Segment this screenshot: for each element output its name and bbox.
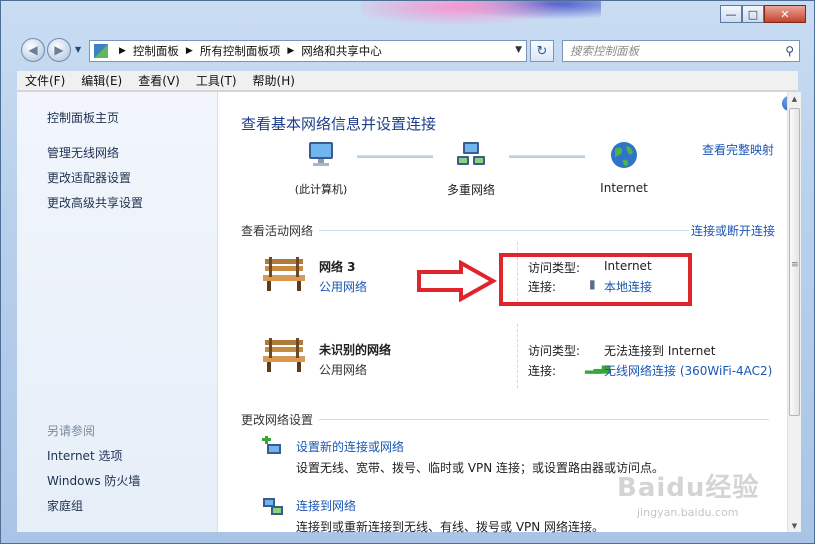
- watermark-url: jingyan.baidu.com: [637, 506, 739, 519]
- scroll-grip-icon: ≡: [791, 260, 799, 270]
- map-node-multiple-networks[interactable]: 多重网络: [429, 140, 513, 198]
- connect-to-network-desc: 连接到或重新连接到无线、有线、拨号或 VPN 网络连接。: [296, 520, 605, 534]
- control-panel-icon: [94, 44, 108, 58]
- back-arrow-icon: ◀: [28, 43, 38, 57]
- multi-network-label: 多重网络: [446, 183, 495, 197]
- crumb-all-items[interactable]: 所有控制面板项: [200, 43, 281, 59]
- menu-edit[interactable]: 编辑(E): [73, 72, 130, 89]
- vertical-scrollbar[interactable]: ▲ ≡ ▼: [787, 92, 801, 532]
- title-bar: — □ ✕: [1, 1, 814, 31]
- network-icon: [457, 142, 485, 165]
- unidentified-network-name: 未识别的网络: [319, 343, 392, 357]
- minimize-button[interactable]: —: [720, 5, 742, 23]
- menu-tools[interactable]: 工具(T): [188, 72, 245, 89]
- sidebar-change-adapter[interactable]: 更改适配器设置: [47, 169, 131, 186]
- window-controls: — □ ✕: [720, 5, 806, 23]
- refresh-icon: ↻: [536, 43, 548, 59]
- menu-file[interactable]: 文件(F): [17, 72, 73, 89]
- connect-network-icon: [263, 498, 283, 515]
- active-networks-title: 查看活动网络: [241, 224, 314, 238]
- change-settings-title: 更改网络设置: [241, 413, 314, 427]
- see-also-firewall[interactable]: Windows 防火墙: [47, 472, 140, 489]
- address-bar[interactable]: ▶ 控制面板 ▶ 所有控制面板项 ▶ 网络和共享中心 ▼: [89, 40, 527, 62]
- crumb-network-center[interactable]: 网络和共享中心: [301, 43, 382, 59]
- menu-view[interactable]: 查看(V): [130, 72, 188, 89]
- search-placeholder: 搜索控制面板: [570, 44, 639, 58]
- chevron-right-icon[interactable]: ▶: [287, 46, 294, 56]
- see-also-internet-options[interactable]: Internet 选项: [47, 447, 122, 464]
- network-3-type-link[interactable]: 公用网络: [319, 278, 367, 295]
- forward-button[interactable]: ▶: [47, 38, 71, 62]
- network-3-name: 网络 3: [319, 260, 356, 274]
- refresh-button[interactable]: ↻: [530, 40, 554, 62]
- map-node-this-pc[interactable]: (此计算机): [271, 140, 371, 197]
- window-frame: — □ ✕ ◀ ▶ ▼ ▶ 控制面板 ▶ 所有控制面板项 ▶ 网络和共享中心 ▼…: [0, 0, 815, 544]
- maximize-button[interactable]: □: [742, 5, 764, 23]
- main-panel: 查看基本网络信息并设置连接 查看完整映射 (此计算机) 多重网络 Interne…: [219, 92, 787, 534]
- sidebar: 控制面板主页 管理无线网络 更改适配器设置 更改高级共享设置 另请参阅 Inte…: [17, 92, 218, 532]
- map-node-internet[interactable]: Internet: [587, 140, 661, 195]
- chevron-right-icon[interactable]: ▶: [119, 46, 126, 56]
- connect-to-network-link[interactable]: 连接到网络: [296, 497, 356, 514]
- crumb-control-panel[interactable]: 控制面板: [133, 43, 179, 59]
- chevron-right-icon[interactable]: ▶: [186, 46, 193, 56]
- menu-help[interactable]: 帮助(H): [245, 72, 303, 89]
- section-divider: [319, 419, 769, 420]
- setup-new-connection-desc: 设置无线、宽带、拨号、临时或 VPN 连接；或设置路由器或访问点。: [296, 461, 665, 475]
- unidentified-network-type: 公用网络: [319, 363, 368, 377]
- access-type-label: 访问类型:: [528, 344, 581, 358]
- annotation-arrow: [417, 260, 498, 302]
- sidebar-control-panel-home[interactable]: 控制面板主页: [47, 109, 119, 126]
- breadcrumb: ▶ 控制面板 ▶ 所有控制面板项 ▶ 网络和共享中心: [112, 43, 382, 59]
- internet-label: Internet: [600, 181, 648, 195]
- section-divider: [319, 230, 689, 231]
- sidebar-advanced-sharing[interactable]: 更改高级共享设置: [47, 194, 143, 211]
- see-also-homegroup[interactable]: 家庭组: [47, 497, 83, 514]
- view-full-map-link[interactable]: 查看完整映射: [702, 141, 774, 158]
- connection-label: 连接:: [528, 364, 557, 378]
- map-link-line: [357, 155, 433, 158]
- sidebar-manage-wireless[interactable]: 管理无线网络: [47, 144, 119, 161]
- recent-pages-dropdown[interactable]: ▼: [75, 45, 81, 54]
- access-type-value: 无法连接到 Internet: [604, 344, 716, 358]
- wireless-connection-link[interactable]: 无线网络连接 (360WiFi-4AC2): [604, 362, 772, 379]
- close-button[interactable]: ✕: [764, 5, 806, 23]
- search-input[interactable]: 搜索控制面板 ⚲: [562, 40, 800, 62]
- forward-arrow-icon: ▶: [54, 43, 64, 57]
- new-connection-icon: [262, 436, 281, 454]
- globe-icon: [611, 142, 637, 168]
- address-dropdown-icon[interactable]: ▼: [515, 45, 522, 55]
- back-button[interactable]: ◀: [21, 38, 45, 62]
- page-title: 查看基本网络信息并设置连接: [241, 115, 437, 133]
- highlight-box: [499, 253, 692, 306]
- content-area: 控制面板主页 管理无线网络 更改适配器设置 更改高级共享设置 另请参阅 Inte…: [17, 92, 801, 534]
- this-pc-label: (此计算机): [294, 183, 348, 196]
- baidu-jingyan-watermark: Baidu经验: [617, 473, 760, 503]
- connect-disconnect-link[interactable]: 连接或断开连接: [691, 222, 775, 239]
- computer-icon: [309, 142, 333, 166]
- navigation-row: ◀ ▶ ▼ ▶ 控制面板 ▶ 所有控制面板项 ▶ 网络和共享中心 ▼ ↻ 搜索控…: [1, 35, 814, 65]
- public-network-bench-icon: [263, 257, 305, 291]
- see-also-title: 另请参阅: [47, 424, 96, 438]
- search-icon[interactable]: ⚲: [785, 44, 794, 58]
- public-network-bench-icon: [263, 338, 305, 372]
- scroll-down-icon[interactable]: ▼: [788, 519, 801, 532]
- setup-new-connection-link[interactable]: 设置新的连接或网络: [296, 438, 404, 455]
- map-link-line: [509, 155, 585, 158]
- scroll-up-icon[interactable]: ▲: [788, 92, 801, 105]
- network-divider: [517, 324, 518, 388]
- menu-bar: 文件(F) 编辑(E) 查看(V) 工具(T) 帮助(H): [17, 71, 798, 91]
- desktop-wallpaper-peek: [361, 1, 601, 31]
